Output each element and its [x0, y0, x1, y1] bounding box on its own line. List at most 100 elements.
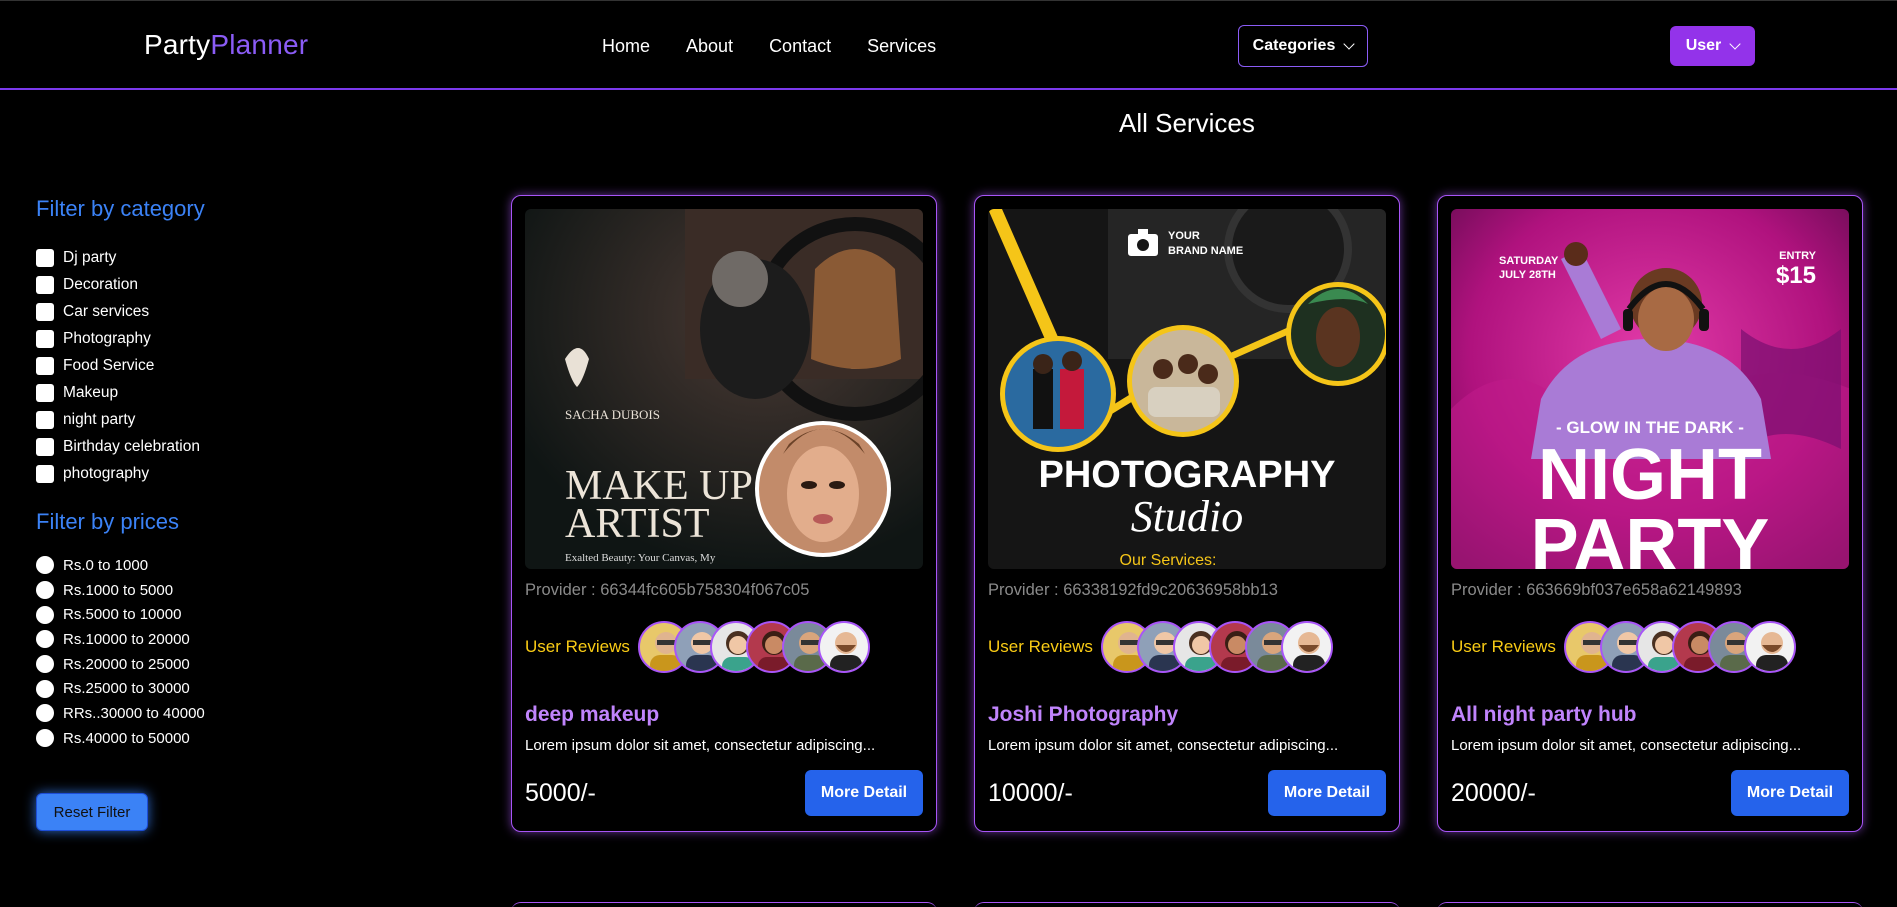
poster-brand-2: BRAND NAME: [1168, 245, 1243, 257]
user-label: User: [1685, 37, 1722, 54]
price-label[interactable]: Rs.0 to 1000: [63, 557, 148, 574]
price-label[interactable]: Rs.5000 to 10000: [63, 606, 181, 623]
category-checkbox[interactable]: [36, 275, 54, 294]
poster-entry-2: $15: [1776, 262, 1816, 289]
provider-id: Provider : 66338192fd9c20636958bb13: [988, 581, 1278, 599]
price-option: Rs.10000 to 20000: [36, 627, 336, 652]
poster-line-1: PHOTOGRAPHY: [1038, 454, 1335, 496]
category-checkbox[interactable]: [36, 464, 54, 483]
category-label[interactable]: Photography: [63, 330, 151, 348]
page-title: All Services: [1119, 108, 1255, 138]
filter-sidebar: Filter by category Dj party Decoration C…: [36, 196, 336, 751]
reviews-label: User Reviews: [1451, 637, 1556, 656]
service-title[interactable]: deep makeup: [525, 703, 659, 727]
service-description: Lorem ipsum dolor sit amet, consectetur …: [525, 737, 876, 754]
poster-line-2: PARTY: [1531, 505, 1770, 569]
price-filter-list: Rs.0 to 1000 Rs.1000 to 5000 Rs.5000 to …: [36, 553, 336, 751]
price-radio[interactable]: [36, 729, 54, 748]
provider-id: Provider : 663669bf037e658a62149893: [1451, 581, 1742, 599]
category-option: Makeup: [36, 379, 336, 406]
service-image[interactable]: SATURDAY JULY 28TH ENTRY $15 - GLOW IN T…: [1451, 209, 1849, 569]
category-label[interactable]: photography: [63, 465, 149, 483]
avatar[interactable]: [1280, 621, 1333, 673]
chevron-down-icon: [1343, 38, 1356, 50]
user-reviews: User Reviews: [525, 621, 870, 673]
price-label[interactable]: Rs.10000 to 20000: [63, 631, 190, 648]
avatar[interactable]: [817, 621, 870, 673]
night-party-poster: SATURDAY JULY 28TH ENTRY $15 - GLOW IN T…: [1451, 209, 1849, 569]
category-option: Food Service: [36, 352, 336, 379]
category-filter-list: Dj party Decoration Car services Photogr…: [36, 244, 336, 487]
price-option: Rs.25000 to 30000: [36, 676, 336, 701]
price-radio[interactable]: [36, 679, 54, 698]
price-radio[interactable]: [36, 605, 54, 624]
price-label[interactable]: Rs.25000 to 30000: [63, 680, 190, 697]
category-checkbox[interactable]: [36, 356, 54, 375]
category-option: Photography: [36, 325, 336, 352]
categories-dropdown[interactable]: Categories: [1238, 25, 1368, 67]
reviewer-avatars: [1563, 621, 1796, 673]
price-radio[interactable]: [36, 581, 54, 600]
more-detail-button[interactable]: More Detail: [1731, 770, 1849, 816]
photography-poster: YOUR BRAND NAME PHOTOGRAPHY Studio Our S…: [988, 209, 1386, 569]
service-description: Lorem ipsum dolor sit amet, consectetur …: [988, 737, 1339, 754]
service-description: Lorem ipsum dolor sit amet, consectetur …: [1451, 737, 1802, 754]
chevron-down-icon: [1729, 38, 1741, 50]
price-radio[interactable]: [36, 704, 54, 723]
price-label[interactable]: Rs.40000 to 50000: [63, 730, 190, 747]
category-label[interactable]: Car services: [63, 303, 149, 321]
nav-link-services[interactable]: Services: [867, 36, 936, 57]
price-radio[interactable]: [36, 630, 54, 649]
category-label[interactable]: Dj party: [63, 249, 116, 267]
service-price: 20000/-: [1451, 779, 1536, 807]
service-card-partial: [511, 902, 937, 907]
category-checkbox[interactable]: [36, 302, 54, 321]
price-radio[interactable]: [36, 655, 54, 674]
poster-logo-text: SACHA DUBOIS: [565, 407, 660, 422]
nav-link-home[interactable]: Home: [602, 36, 650, 57]
category-option: Decoration: [36, 271, 336, 298]
service-image[interactable]: SACHA DUBOIS MAKE UP ARTIST Exalted Beau…: [525, 209, 923, 569]
category-label[interactable]: Food Service: [63, 357, 154, 375]
category-label[interactable]: Decoration: [63, 276, 138, 294]
price-label[interactable]: Rs.1000 to 5000: [63, 582, 173, 599]
more-detail-button[interactable]: More Detail: [1268, 770, 1386, 816]
price-label[interactable]: RRs..30000 to 40000: [63, 705, 205, 722]
category-label[interactable]: Makeup: [63, 384, 118, 402]
makeup-poster: SACHA DUBOIS MAKE UP ARTIST Exalted Beau…: [525, 209, 923, 569]
category-checkbox[interactable]: [36, 329, 54, 348]
category-option: photography: [36, 460, 336, 487]
service-price: 5000/-: [525, 779, 596, 807]
nav-link-about[interactable]: About: [686, 36, 733, 57]
service-card: SATURDAY JULY 28TH ENTRY $15 - GLOW IN T…: [1437, 195, 1863, 832]
category-checkbox[interactable]: [36, 437, 54, 456]
category-checkbox[interactable]: [36, 410, 54, 429]
category-checkbox[interactable]: [36, 383, 54, 402]
brand-logo[interactable]: PartyPlanner: [144, 29, 308, 61]
service-title[interactable]: All night party hub: [1451, 703, 1636, 727]
poster-tagline: Exalted Beauty: Your Canvas, My: [565, 552, 716, 564]
more-detail-button[interactable]: More Detail: [805, 770, 923, 816]
poster-line-1: NIGHT: [1538, 435, 1762, 515]
reviews-label: User Reviews: [525, 637, 630, 656]
poster-line-2: Studio: [1131, 492, 1243, 541]
price-label[interactable]: Rs.20000 to 25000: [63, 656, 190, 673]
category-checkbox[interactable]: [36, 248, 54, 267]
service-price: 10000/-: [988, 779, 1073, 807]
brand-part-1: Party: [144, 29, 211, 60]
avatar[interactable]: [1743, 621, 1796, 673]
category-label[interactable]: night party: [63, 411, 135, 429]
poster-entry-1: ENTRY: [1779, 250, 1817, 262]
price-option: Rs.5000 to 10000: [36, 602, 336, 627]
category-label[interactable]: Birthday celebration: [63, 438, 200, 456]
user-dropdown[interactable]: User: [1670, 26, 1755, 66]
reviews-label: User Reviews: [988, 637, 1093, 656]
service-title[interactable]: Joshi Photography: [988, 703, 1178, 727]
nav-link-contact[interactable]: Contact: [769, 36, 831, 57]
price-filter-heading: Filter by prices: [36, 509, 180, 534]
user-reviews: User Reviews: [988, 621, 1333, 673]
price-radio[interactable]: [36, 556, 54, 575]
reset-filter-button[interactable]: Reset Filter: [36, 793, 148, 831]
price-option: Rs.1000 to 5000: [36, 578, 336, 603]
service-image[interactable]: YOUR BRAND NAME PHOTOGRAPHY Studio Our S…: [988, 209, 1386, 569]
